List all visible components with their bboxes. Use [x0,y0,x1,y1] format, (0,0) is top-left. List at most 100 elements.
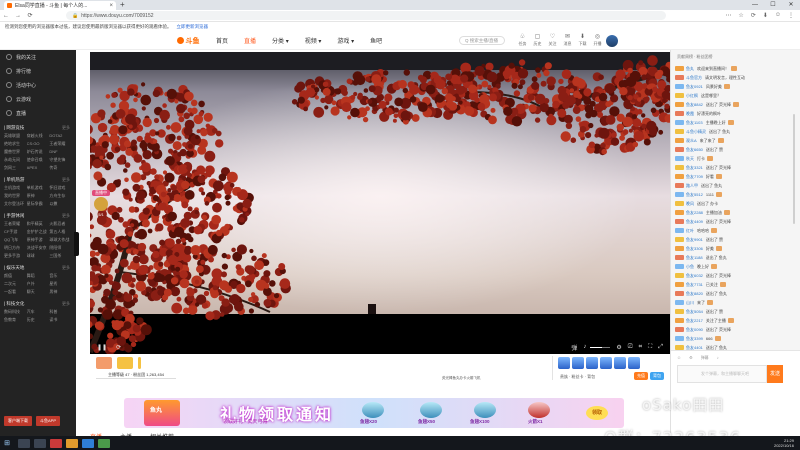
chat-username[interactable]: 鱼友8842 [686,102,703,108]
card-icon[interactable] [572,357,584,369]
chat-username[interactable]: 鱼丸 [686,66,694,72]
chat-message[interactable]: 红叶 哈哈哈 [675,226,783,235]
gift-item[interactable]: 火箭 [467,358,474,381]
sidebar-category-link[interactable]: 金铲铲之战 [27,228,50,236]
sidebar-category-link[interactable]: 历史 [27,316,50,324]
lottery-icon[interactable] [628,357,640,369]
nav-home[interactable]: 首页 [216,36,228,45]
chat-message[interactable]: 路人甲 送出了 鱼丸 [675,181,783,190]
follow-button[interactable]: ♡ 关注 [546,34,559,47]
maximize-button[interactable]: ☐ [764,0,782,10]
sidebar-item-rank[interactable]: 排行榜 [0,64,76,78]
sidebar-item-events[interactable]: 活动中心 [0,78,76,92]
new-tab-button[interactable]: + [120,0,125,9]
chat-username[interactable]: 鱼友4409 [686,219,703,225]
nav-games[interactable]: 游戏 ▾ [337,36,354,45]
chat-header[interactable]: 贡献周榜 · 粉丝团榜 [671,50,800,62]
url-field[interactable]: 🔒 https://www.douyu.com/7009152 [66,11,666,20]
fanclub-icon[interactable] [96,357,112,369]
chat-list[interactable]: 鱼丸 欢迎来到直播间！ 斗鱼官方 请文明发言，理性互动 鱼友0921 风景好美 小红枫 这是哪… [675,64,783,352]
chat-username[interactable]: 红叶 [686,228,694,234]
sidebar-category-link[interactable]: 怀旧游戏 [49,184,72,192]
sidebar-category-link[interactable]: 和平精英 [27,220,50,228]
chat-username[interactable]: 鱼友9901 [686,237,703,243]
sidebar-category-link[interactable]: 单机游戏 [27,184,50,192]
chat-message[interactable]: 鱼友3306 好美 [675,244,783,253]
gift-item[interactable]: 飞机 [474,358,481,381]
sidebar-collapse-handle[interactable] [74,232,79,256]
danmaku-style-button[interactable]: 弹幕 [701,355,709,361]
download-app-button[interactable]: ⬇ 下载 [576,34,589,47]
sidebar-category-link[interactable]: 永劫无间 [4,156,27,164]
webfullscreen-icon[interactable]: ⛶ [648,344,652,351]
chat-message[interactable]: 鱼友5054 送出了 赞 [675,307,783,316]
send-button[interactable]: 发送 [767,365,783,383]
chat-username[interactable]: 鱼友2288 [686,210,703,216]
favorite-icon[interactable]: ☆ [738,12,743,19]
chat-message[interactable]: 山川 来了 [675,298,783,307]
sidebar-category-link[interactable]: CF手游 [4,228,27,236]
sidebar-category-link[interactable]: APEX [27,164,50,172]
sidebar-category-link[interactable]: 科普 [49,308,72,316]
avatar[interactable] [606,35,618,47]
sidebar-category-link[interactable]: 方舟生存 [49,192,72,200]
minimize-button[interactable]: — [746,0,764,10]
sidebar-section-more[interactable]: 更多 [62,177,70,183]
chat-username[interactable]: 鱼友0921 [686,84,703,90]
pause-icon[interactable]: ❚❚ [97,344,107,351]
chat-username[interactable]: 鱼友3321 [686,165,703,171]
chat-message[interactable]: 斗鱼小精灵 送出了 鱼丸 [675,127,783,136]
more-icon[interactable]: ⋯ [725,12,731,19]
chat-username[interactable]: 晚风 [686,201,694,207]
tab-close-icon[interactable]: × [109,3,113,9]
video-player[interactable]: 直播中 5/1 ❚❚ ⟳ 弹 ♪ ⚙ ⎚ ⌗ ⛶ ⤢ [90,52,670,354]
chat-message[interactable]: 斗鱼官方 请文明发言，理性互动 [675,73,783,82]
nav-video[interactable]: 视频 ▾ [305,36,322,45]
chat-username[interactable]: 小鱼 [686,264,694,270]
sidebar-category-link[interactable]: 三国杀 [49,252,72,260]
sidebar-category-link[interactable]: 剑网三 [4,164,27,172]
chat-message[interactable]: 鱼友7709 好看 [675,172,783,181]
update-browser-link[interactable]: 立即更新浏览器 [177,24,209,30]
music-icon[interactable]: ♪ [717,355,719,361]
chat-message[interactable]: 鱼友7731 已关注 [675,280,783,289]
sidebar-section-more[interactable]: 更多 [62,125,70,131]
chat-username[interactable]: 鱼友5512 [686,192,703,198]
sidebar-category-link[interactable]: 炉石传说 [27,148,50,156]
search-input[interactable]: Q 搜索主播/直播 [459,36,505,45]
sidebar-category-link[interactable]: 使命召唤 [27,156,50,164]
chat-username[interactable]: 鱼友7709 [686,174,703,180]
fullscreen-icon[interactable]: ⤢ [658,344,663,351]
sidebar-section-more[interactable]: 更多 [62,265,70,271]
backpack-icon[interactable] [586,357,598,369]
badge-icon[interactable] [600,357,612,369]
sidebar-category-link[interactable]: DNF [49,148,72,156]
backpack-button[interactable]: 背包 [650,372,664,380]
chat-username[interactable]: 观众A [686,138,697,144]
sidebar-category-link[interactable]: 王者荣耀 [4,220,27,228]
sidebar-category-link[interactable]: 星秀 [49,280,72,288]
screenshot-icon[interactable]: ⌗ [639,344,642,351]
chat-username[interactable]: 鱼友6032 [686,273,703,279]
chat-message[interactable]: 鱼友6032 送出了 荧光棒 [675,271,783,280]
chat-username[interactable]: 鱼友6650 [686,147,703,153]
app2-taskbar-icon[interactable] [98,438,110,448]
chat-message[interactable]: 鱼友3399 666 [675,334,783,343]
chat-username[interactable]: 鱼友1188 [686,255,703,261]
chat-message[interactable]: 鱼丸 欢迎来到直播间！ [675,64,783,73]
chat-username[interactable]: 鱼友8820 [686,291,703,297]
chat-username[interactable]: 小红枫 [686,93,698,99]
client-download-button[interactable]: 客户端下载 [4,416,32,426]
start-stream-button[interactable]: ◎ 开播 [591,34,604,47]
sidebar-category-link[interactable]: 星际争霸 [27,200,50,208]
chat-message[interactable]: 鱼友2288 主播加油 [675,208,783,217]
gift-notice-banner[interactable]: 鱼丸 礼物领取通知 领取好礼 · 天天可得 鱼翅X20 鱼翅X50 鱼翅X100… [124,398,624,428]
refresh-icon[interactable]: ⟳ [116,344,121,351]
chat-username[interactable]: 晚霞 [686,111,694,117]
sidebar-category-link[interactable]: DOTA2 [49,132,72,140]
browser-tab[interactable]: Elsa同学直播 - 斗鱼 | 每个人的... × [4,1,116,10]
chat-message[interactable]: 鱼友3321 送出了 荧光棒 [675,163,783,172]
level-icon[interactable] [117,357,133,369]
sidebar-category-link[interactable]: 魔兽世界 [4,148,27,156]
volume-icon[interactable]: ♪ [583,344,586,350]
